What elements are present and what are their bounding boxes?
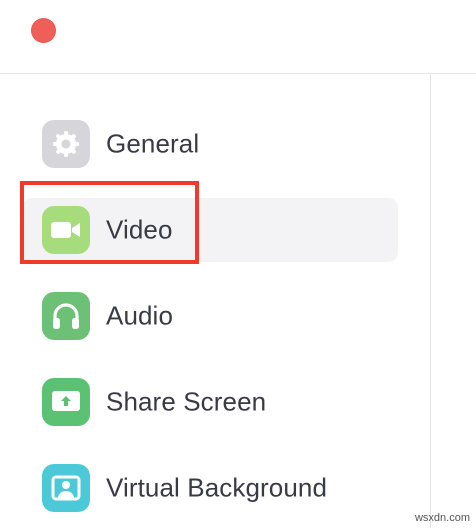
sidebar-item-video[interactable]: Video [22, 198, 398, 262]
sidebar-item-label: General [106, 128, 200, 159]
sidebar-divider [430, 74, 431, 528]
sidebar-item-share-screen[interactable]: Share Screen [22, 370, 398, 434]
sidebar-item-label: Share Screen [106, 386, 267, 417]
video-camera-icon [42, 206, 90, 254]
headphones-icon [42, 292, 90, 340]
settings-window: General Video Audio Share Screen Virtual… [0, 0, 476, 528]
settings-sidebar: General Video Audio Share Screen Virtual… [0, 74, 430, 528]
sidebar-item-general[interactable]: General [22, 112, 398, 176]
sidebar-item-label: Video [106, 214, 173, 245]
sidebar-item-audio[interactable]: Audio [22, 284, 398, 348]
watermark-text: wsxdn.com [414, 512, 470, 524]
share-screen-icon [42, 378, 90, 426]
virtual-background-icon [42, 464, 90, 512]
sidebar-item-virtual-background[interactable]: Virtual Background [22, 456, 398, 520]
close-window-button[interactable] [31, 18, 56, 43]
title-bar [0, 0, 476, 74]
sidebar-item-label: Audio [106, 300, 173, 331]
gear-icon [42, 120, 90, 168]
sidebar-item-label: Virtual Background [106, 472, 328, 503]
